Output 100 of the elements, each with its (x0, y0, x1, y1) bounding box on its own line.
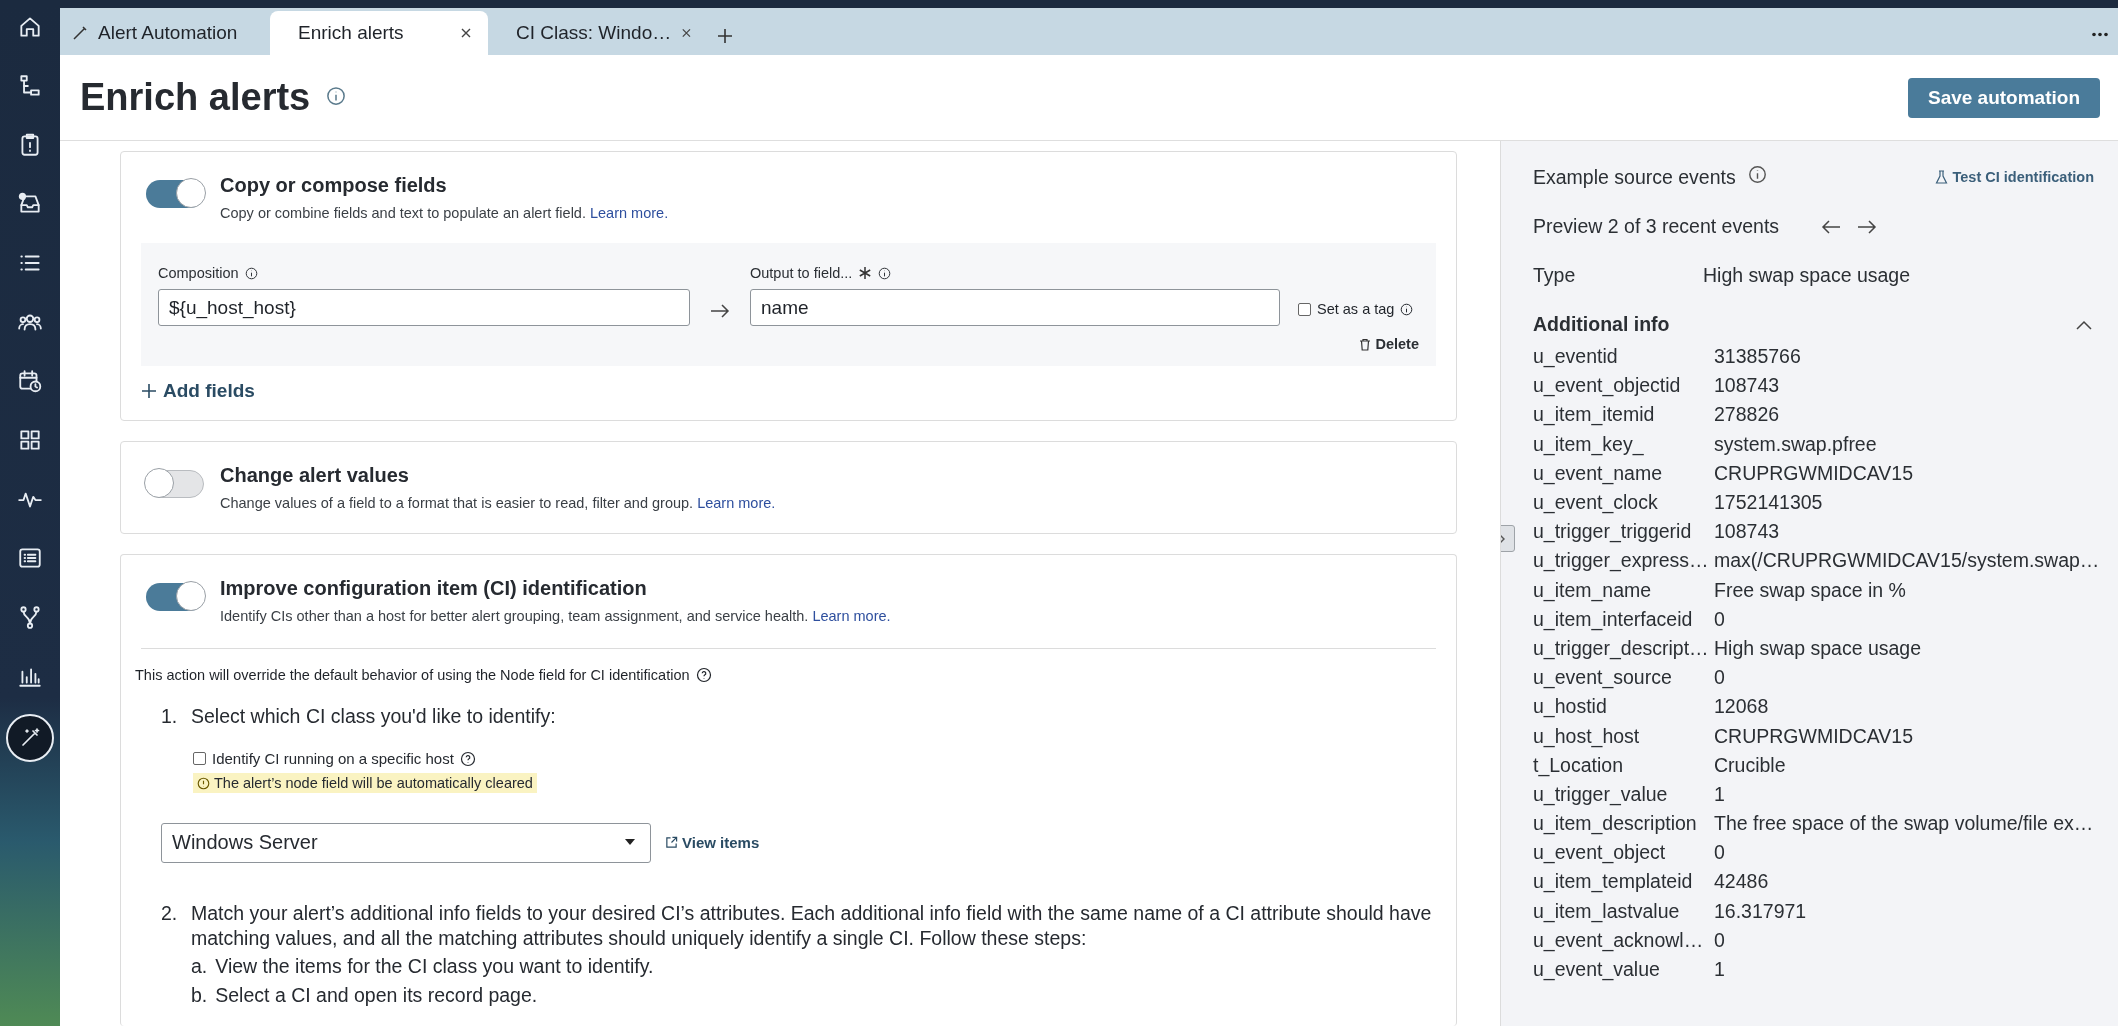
info-value: 12068 (1714, 695, 1770, 719)
card-description: Copy or combine fields and text to populate an alert field. Learn more. (220, 205, 669, 221)
wand-icon (72, 25, 88, 41)
field-label: Composition (158, 265, 239, 281)
section-heading: Additional info (1533, 313, 1670, 336)
info-value: 1 (1714, 958, 1726, 982)
info-key: u_item_name (1533, 578, 1714, 602)
info-key: u_event_clock (1533, 491, 1714, 515)
close-icon[interactable] (460, 27, 472, 39)
info-key: u_item_interfaceid (1533, 607, 1714, 631)
preview-text: Preview 2 of 3 recent events (1533, 215, 1780, 238)
step-number: 1. (161, 705, 179, 728)
checkbox-label: Identify CI running on a specific host (212, 750, 454, 767)
step-text: View the items for the CI class you want to identify. (215, 954, 654, 980)
info-icon (1747, 165, 1767, 184)
composition-field[interactable]: ${u_host_host} (158, 289, 690, 326)
calendar-clock-icon[interactable] (17, 368, 43, 394)
info-value: system.swap.pfree (1714, 432, 1878, 456)
plus-icon (141, 383, 157, 399)
info-key: u_item_templateid (1533, 870, 1714, 894)
info-key: u_event_objectid (1533, 374, 1714, 398)
help-icon (695, 667, 712, 683)
chevron-icon[interactable] (2076, 319, 2092, 330)
note-text: This action will override the default behavior of using the Node field for CI identification (135, 667, 690, 683)
toggle-switch[interactable] (146, 180, 204, 208)
card-heading: Copy or compose fields (220, 174, 448, 197)
info-value: CRUPRGWMIDCAV15 (1714, 461, 1914, 485)
step-letter: b. (191, 982, 208, 1008)
info-value: Free swap space in % (1714, 578, 1907, 602)
learn-more-link[interactable]: Learn more. (697, 495, 776, 511)
nav-item-selected[interactable] (6, 714, 54, 762)
card-description: Change values of a field to a format that is easier to read, filter and group. Learn more. (220, 495, 776, 511)
fork-icon[interactable] (17, 604, 43, 630)
info-value: 1752141305 (1714, 491, 1824, 515)
info-key: u_item_key_ (1533, 432, 1714, 456)
info-value: The free space of the swap volume/file ex… (1714, 812, 2094, 836)
add-tab-icon[interactable] (716, 27, 734, 45)
previous-icon[interactable] (1821, 219, 1842, 234)
info-icon (878, 266, 892, 280)
add-fields-button[interactable]: Add fields (141, 380, 1456, 402)
tab[interactable]: CI Class: Windo… (488, 11, 708, 55)
info-key: u_event_name (1533, 461, 1714, 485)
save-button[interactable]: Save automation (1907, 77, 2100, 118)
step-number: 2. (161, 900, 179, 926)
dropdown-arrow-icon (624, 839, 636, 846)
info-key: u_trigger_triggerid (1533, 520, 1714, 544)
card-heading: Change alert values (220, 464, 410, 487)
info-key: u_trigger_express… (1533, 549, 1714, 573)
info-key: t_Location (1533, 753, 1714, 777)
trash-icon (1359, 337, 1372, 351)
info-key: u_hostid (1533, 695, 1714, 719)
info-value: 31385766 (1714, 345, 1802, 369)
card-heading: Improve configuration item (CI) identification (220, 577, 648, 600)
test-ci-link[interactable]: Test CI identification (1935, 169, 2094, 185)
info-value: Crucible (1714, 753, 1787, 777)
grid-icon[interactable] (17, 427, 43, 453)
field-value: High swap space usage (1703, 264, 1912, 287)
info-key: u_item_description (1533, 812, 1714, 836)
close-icon[interactable] (681, 27, 692, 39)
info-key: u_event_object (1533, 841, 1714, 865)
step-letter: a. (191, 954, 208, 980)
info-value: 1 (1714, 782, 1726, 806)
hierarchy-icon[interactable] (17, 73, 43, 99)
info-key: u_item_itemid (1533, 403, 1714, 427)
field-label: Type (1533, 264, 1577, 287)
step-text: Select a CI and open its record page. (215, 982, 538, 1008)
toggle-switch[interactable] (146, 583, 204, 611)
info-value: 16.317971 (1714, 899, 1808, 923)
delete-button[interactable]: Delete (1359, 336, 1419, 352)
flask-icon (1935, 170, 1949, 184)
info-key: u_trigger_value (1533, 782, 1714, 806)
info-key: u_event_acknowl… (1533, 928, 1714, 952)
panel-title: Example source events (1533, 165, 1736, 189)
info-icon (244, 266, 258, 280)
external-link-icon (665, 836, 678, 849)
info-key: u_eventid (1533, 345, 1714, 369)
field-label: Output to field... (750, 265, 853, 281)
tab[interactable]: Enrich alerts (270, 11, 488, 55)
checkbox[interactable] (1298, 302, 1311, 316)
list-box-icon[interactable] (17, 545, 43, 571)
ci-class-dropdown[interactable]: Windows Server (161, 822, 651, 863)
tab[interactable]: Alert Automation (60, 11, 270, 55)
info-value: High swap space usage (1714, 636, 1923, 660)
required-icon (858, 266, 873, 280)
info-icon (326, 85, 347, 106)
output-field[interactable]: name (750, 289, 1280, 326)
page-title: Enrich alerts (80, 76, 311, 119)
learn-more-link[interactable]: Learn more. (812, 608, 891, 624)
info-value: 42486 (1714, 870, 1770, 894)
view-items-link[interactable]: View items (665, 834, 760, 851)
next-icon[interactable] (1857, 219, 1878, 234)
step-text: Select which CI class you'd like to identify: (191, 705, 556, 728)
info-value: 0 (1714, 607, 1726, 631)
learn-more-link[interactable]: Learn more. (590, 205, 669, 221)
toggle-switch[interactable] (146, 470, 204, 498)
info-key: u_trigger_descript… (1533, 636, 1714, 660)
checkbox[interactable] (193, 752, 206, 765)
info-value: 108743 (1714, 374, 1781, 398)
info-value: max(/CRUPRGWMIDCAV15/system.swap… (1714, 549, 2100, 573)
more-icon[interactable] (2092, 32, 2108, 37)
